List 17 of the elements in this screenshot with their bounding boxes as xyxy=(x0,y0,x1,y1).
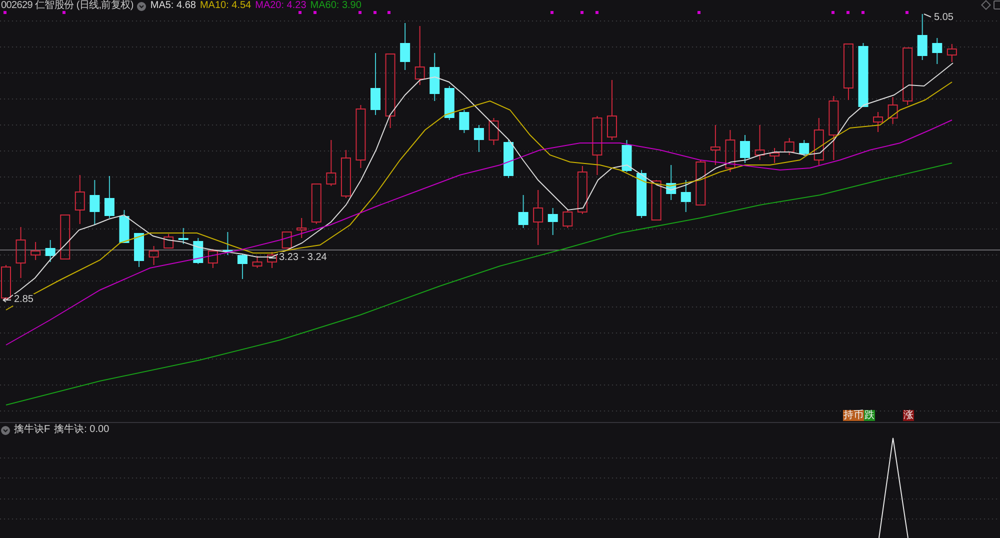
dropdown-circle-icon[interactable] xyxy=(1,426,10,434)
moving-average-reading: MA20: 4.23 xyxy=(255,0,306,12)
moving-average-reading: MA10: 4.54 xyxy=(200,0,252,12)
moving-average-reading: MA60: 3.90 xyxy=(310,0,362,12)
signal-tag: 持币 xyxy=(843,410,864,421)
price-label: 5.05 xyxy=(933,12,954,24)
signal-tag: 跌 xyxy=(864,410,875,421)
indicator-reading: 擒牛诀: 0.00 xyxy=(54,424,110,436)
price-label: 2.85 xyxy=(13,294,34,306)
dropdown-circle-icon[interactable] xyxy=(137,2,146,10)
leader-line xyxy=(2,298,12,302)
diamond-icon[interactable] xyxy=(981,0,991,10)
indicator-name: 擒牛诀F xyxy=(14,424,50,436)
moving-average-reading: MA5: 4.68 xyxy=(150,0,196,12)
signal-tag: 涨 xyxy=(903,410,914,421)
leader-line xyxy=(924,14,932,18)
chart-title: 002629 仁智股份 (日线,前复权) xyxy=(1,0,134,12)
